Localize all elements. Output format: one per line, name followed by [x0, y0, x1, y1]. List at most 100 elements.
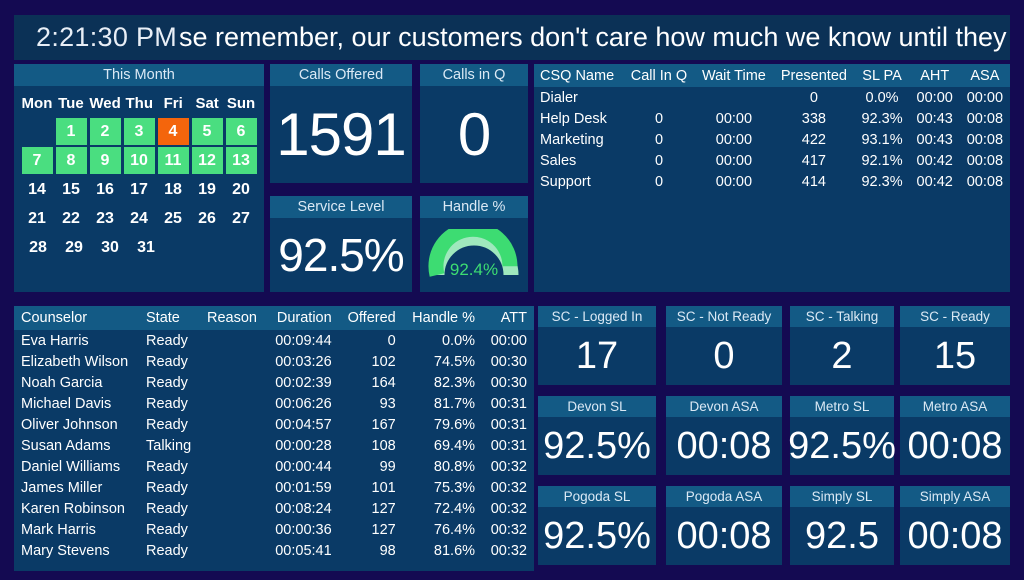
counselors-column-header: Reason — [200, 306, 267, 330]
tile-label: Service Level — [270, 196, 412, 218]
calendar-day[interactable]: 31 — [130, 234, 163, 261]
counselor-name: Noah Garcia — [21, 374, 103, 391]
table-row[interactable]: Eva Harris Ready 00:09:44 0 0.0% 00:00 — [14, 330, 534, 351]
counselor-duration: 00:09:44 — [275, 332, 332, 349]
counselor-duration: 00:03:26 — [275, 353, 332, 370]
calendar-day[interactable]: 29 — [58, 234, 91, 261]
calendar-day[interactable]: 8 — [55, 147, 87, 174]
counselor-offered: 102 — [371, 353, 396, 370]
table-row[interactable]: Noah Garcia Ready 00:02:39 164 82.3% 00:30 — [14, 372, 534, 393]
calendar-day[interactable]: 24 — [124, 205, 155, 232]
counselors-table-header: Counselor State Reason Duration Offered Handl… — [14, 306, 534, 330]
counselor-reason — [200, 351, 266, 372]
table-row[interactable]: Elizabeth Wilson Ready 00:03:26 102 74.5% 00:… — [14, 351, 534, 372]
csq-asa: 00:00 — [966, 89, 1004, 106]
stat-tile-label: Simply ASA — [900, 486, 1010, 507]
calendar-day[interactable]: 1 — [55, 118, 87, 145]
calendar-dow-label: Fri — [163, 95, 183, 112]
table-row[interactable]: Oliver Johnson Ready 00:04:57 167 79.6% 00:31 — [14, 414, 534, 435]
csq-presented: 422 — [801, 131, 826, 148]
counselor-handle-percent: 80.8% — [433, 458, 476, 475]
calendar-day[interactable]: 7 — [21, 147, 53, 174]
stat-tile-value: 17 — [575, 334, 619, 377]
counselor-reason — [200, 498, 266, 519]
table-row[interactable]: Support 0 00:00 414 92.3% 00:42 00:08 — [534, 171, 1010, 192]
tile-label: Calls Offered — [270, 64, 412, 86]
counselors-column-header: State — [139, 306, 201, 330]
calendar-day[interactable]: 10 — [123, 147, 155, 174]
counselor-att: 00:30 — [490, 374, 527, 391]
calendar-day[interactable]: 16 — [90, 176, 121, 203]
clock-display: 2:21:30 PM — [36, 22, 178, 52]
table-row[interactable]: Daniel Williams Ready 00:00:44 99 80.8% 00:32 — [14, 456, 534, 477]
stat-tile-value: 92.5 — [805, 514, 879, 557]
calendar-day[interactable]: 12 — [191, 147, 223, 174]
csq-table: CSQ Name Call In Q Wait Time Presented SL PA… — [534, 64, 1010, 192]
counselor-state: Ready — [146, 542, 188, 559]
dashboard-root: 2:21:30 PM se remember, our customers do… — [0, 0, 1024, 580]
tile-calls-offered: Calls Offered 1591 — [270, 64, 412, 183]
stat-tile: Metro SL 92.5% — [788, 396, 896, 475]
calendar-day[interactable]: 19 — [192, 176, 223, 203]
calendar-day[interactable]: 15 — [56, 176, 87, 203]
table-row[interactable]: Sales 0 00:00 417 92.1% 00:42 00:08 — [534, 150, 1010, 171]
counselor-duration: 00:00:36 — [275, 521, 332, 538]
stat-tile-label: Devon ASA — [666, 396, 782, 417]
table-row[interactable]: Dialer 0 0.0% 00:00 00:00 — [534, 87, 1010, 108]
calendar-dow-row: Mon Tue Wed Thu Fri Sat Sun — [20, 90, 258, 117]
counselor-handle-percent: 74.5% — [433, 353, 476, 370]
table-row[interactable]: Mark Harris Ready 00:00:36 127 76.4% 00:32 — [14, 519, 534, 540]
calendar-day[interactable]: 14 — [22, 176, 53, 203]
table-row[interactable]: Michael Davis Ready 00:06:26 93 81.7% 00:31 — [14, 393, 534, 414]
table-row[interactable]: Marketing 0 00:00 422 93.1% 00:43 00:08 — [534, 129, 1010, 150]
stat-tile: Simply SL 92.5 — [790, 486, 894, 565]
calendar-day[interactable]: 5 — [191, 118, 223, 145]
csq-column-header: Presented — [773, 64, 855, 87]
calendar-day[interactable]: 3 — [123, 118, 155, 145]
table-row[interactable]: Help Desk 0 00:00 338 92.3% 00:43 00:08 — [534, 108, 1010, 129]
calendar-day[interactable]: 25 — [158, 205, 189, 232]
calendar-day[interactable]: 17 — [124, 176, 155, 203]
calendar-dow-label: Wed — [89, 95, 121, 112]
table-row[interactable]: Mary Stevens Ready 00:05:41 98 81.6% 00:32 — [14, 540, 534, 561]
counselor-name: Mary Stevens — [21, 542, 110, 559]
calendar-day[interactable]: 26 — [192, 205, 223, 232]
calendar-day[interactable]: 13 — [225, 147, 257, 174]
calendar-day[interactable]: 22 — [56, 205, 87, 232]
calendar-panel: This Month Mon Tue Wed Thu Fri Sat Sun 1234567… — [14, 64, 264, 292]
csq-table-body: Dialer 0 0.0% 00:00 00:00 Help Desk 0 00:00 338 9… — [534, 87, 1010, 192]
calendar-day[interactable]: 9 — [89, 147, 121, 174]
csq-sl-pa: 92.3% — [861, 173, 903, 190]
csq-call-in-q: 0 — [654, 110, 664, 127]
table-row[interactable]: James Miller Ready 00:01:59 101 75.3% 00:32 — [14, 477, 534, 498]
ticker-message: se remember, our customers don't care ho… — [179, 22, 1010, 52]
calendar-day[interactable]: 11 — [157, 147, 189, 174]
csq-panel: CSQ Name Call In Q Wait Time Presented SL PA… — [534, 64, 1010, 292]
counselor-offered: 98 — [379, 542, 396, 559]
tile-handle-percent: Handle % 92.4% — [420, 196, 528, 292]
calendar-day[interactable]: 27 — [226, 205, 257, 232]
calendar-day[interactable]: 20 — [226, 176, 257, 203]
calendar-day[interactable]: 2 — [89, 118, 121, 145]
calendar-day[interactable]: 18 — [158, 176, 189, 203]
counselors-column-header: Duration — [266, 306, 339, 330]
table-row[interactable]: Susan Adams Talking 00:00:28 108 69.4% 00:31 — [14, 435, 534, 456]
calendar-day[interactable]: 28 — [22, 234, 55, 261]
stat-tile-value: 00:08 — [676, 424, 772, 467]
stat-tile-value: 92.5% — [543, 514, 651, 557]
calendar-day[interactable]: 6 — [225, 118, 257, 145]
counselor-reason — [200, 519, 266, 540]
calendar-day[interactable]: 21 — [22, 205, 53, 232]
csq-asa: 00:08 — [966, 152, 1004, 169]
counselor-duration: 00:08:24 — [275, 500, 332, 517]
table-row[interactable]: Karen Robinson Ready 00:08:24 127 72.4% 00:32 — [14, 498, 534, 519]
counselor-name: Daniel Williams — [21, 458, 121, 475]
stat-tile-label: Pogoda SL — [538, 486, 656, 507]
calendar-day[interactable]: 23 — [90, 205, 121, 232]
stat-tile-value: 0 — [713, 334, 735, 377]
calendar-day[interactable]: 30 — [94, 234, 127, 261]
stat-tile-label: SC - Ready — [900, 306, 1010, 327]
stat-tile-label: Pogoda ASA — [666, 486, 782, 507]
calendar-day[interactable]: 4 — [157, 118, 189, 145]
stat-tile: Pogoda SL 92.5% — [538, 486, 656, 565]
